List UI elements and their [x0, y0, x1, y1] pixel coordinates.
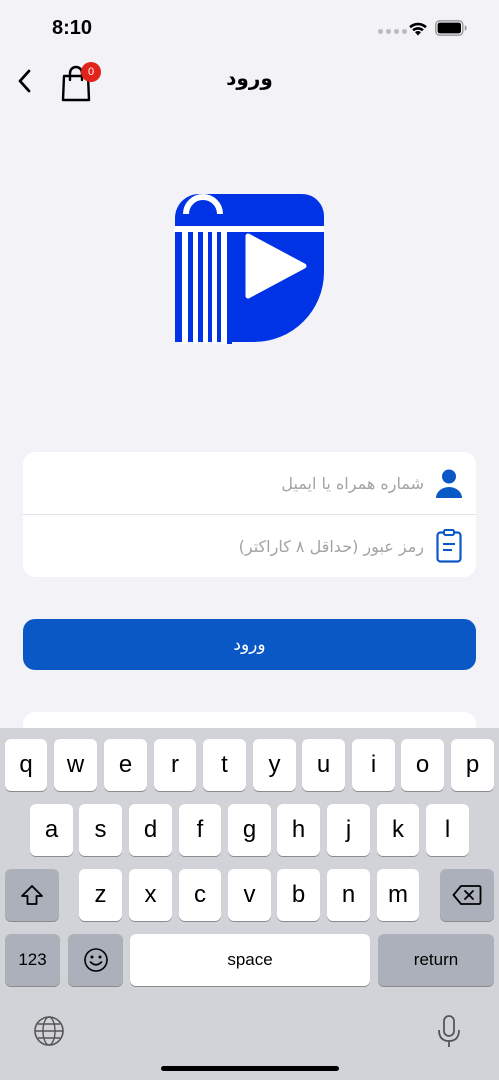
key-r[interactable]: r [154, 739, 196, 791]
key-b[interactable]: b [277, 869, 320, 921]
wifi-icon [409, 22, 427, 36]
login-form [23, 452, 476, 577]
key-i[interactable]: i [352, 739, 395, 791]
login-screen: 8:10 0 ورود شماره همراه یا ایمیل ورود q … [0, 0, 499, 1080]
cellular-signal-icon [378, 29, 407, 34]
key-n[interactable]: n [327, 869, 370, 921]
key-t[interactable]: t [203, 739, 246, 791]
login-button[interactable]: ورود [23, 619, 476, 670]
key-k[interactable]: k [377, 804, 419, 856]
key-f[interactable]: f [179, 804, 221, 856]
emoji-key[interactable] [68, 934, 123, 986]
key-a[interactable]: a [30, 804, 73, 856]
microphone-icon[interactable] [436, 1014, 462, 1050]
key-u[interactable]: u [302, 739, 345, 791]
key-z[interactable]: z [79, 869, 122, 921]
status-time: 8:10 [52, 17, 93, 39]
key-e[interactable]: e [104, 739, 147, 791]
key-p[interactable]: p [451, 739, 494, 791]
on-screen-keyboard: q w e r t y u i o p a s d f g h j k l z … [0, 728, 499, 1080]
key-y[interactable]: y [253, 739, 296, 791]
username-field [23, 452, 476, 514]
home-indicator [161, 1066, 339, 1071]
key-q[interactable]: q [5, 739, 47, 791]
return-key[interactable]: return [378, 934, 494, 986]
numbers-key[interactable]: 123 [5, 934, 60, 986]
battery-icon [435, 20, 467, 36]
key-d[interactable]: d [129, 804, 172, 856]
password-input[interactable] [33, 529, 424, 563]
app-logo [174, 194, 324, 344]
password-field [23, 515, 476, 577]
delete-key[interactable] [440, 869, 494, 921]
backspace-icon [452, 885, 482, 905]
clipboard-icon [434, 529, 464, 563]
page-title: ورود [226, 66, 273, 90]
key-g[interactable]: g [228, 804, 271, 856]
emoji-icon [83, 948, 108, 972]
shift-key[interactable] [5, 869, 59, 921]
key-x[interactable]: x [129, 869, 172, 921]
key-o[interactable]: o [401, 739, 444, 791]
key-w[interactable]: w [54, 739, 97, 791]
username-input[interactable] [33, 466, 424, 500]
key-s[interactable]: s [79, 804, 122, 856]
status-bar: 8:10 [0, 0, 499, 56]
key-v[interactable]: v [228, 869, 271, 921]
shift-icon [21, 885, 43, 905]
key-m[interactable]: m [377, 869, 419, 921]
navigation-bar: 0 ورود [0, 56, 499, 108]
key-j[interactable]: j [327, 804, 370, 856]
key-h[interactable]: h [277, 804, 320, 856]
key-c[interactable]: c [179, 869, 221, 921]
key-l[interactable]: l [426, 804, 469, 856]
globe-icon[interactable] [33, 1015, 65, 1047]
user-icon [434, 466, 464, 500]
space-key[interactable]: space [130, 934, 370, 986]
